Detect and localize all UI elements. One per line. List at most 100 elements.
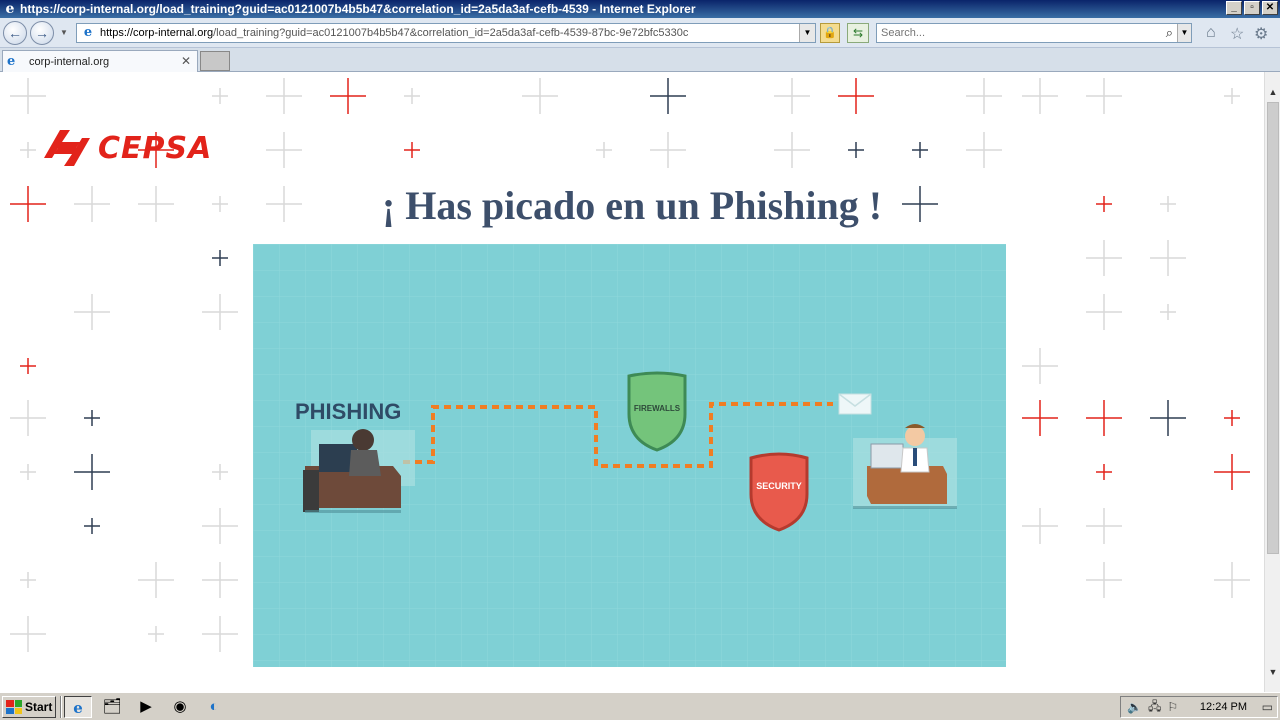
system-tray: 🔈 🖧 ⚐ 12:24 PM ▭ <box>1120 696 1278 718</box>
window-controls: _ ▫ ✕ <box>1226 1 1278 15</box>
start-button[interactable]: Start <box>2 696 56 718</box>
decorative-cross <box>1086 78 1122 114</box>
start-label: Start <box>25 700 53 714</box>
refresh-button[interactable]: ⇆ <box>847 23 869 43</box>
close-button[interactable]: ✕ <box>1262 1 1278 15</box>
back-button[interactable]: ← <box>3 21 27 45</box>
favorites-star-icon[interactable]: ☆ <box>1230 24 1244 44</box>
volume-icon[interactable]: 🔈 <box>1127 700 1142 714</box>
decorative-cross <box>74 454 110 490</box>
decorative-cross <box>1224 88 1240 104</box>
scroll-up-icon[interactable]: ▲ <box>1265 84 1280 100</box>
decorative-cross <box>1086 294 1122 330</box>
email-envelope-icon <box>838 393 872 415</box>
gear-icon[interactable]: ⚙ <box>1254 24 1268 44</box>
decorative-cross <box>202 562 238 598</box>
tab-close-icon[interactable]: ✕ <box>181 54 191 68</box>
vertical-scrollbar[interactable]: ▲ ▼ <box>1264 72 1280 692</box>
decorative-cross <box>1022 508 1058 544</box>
search-box[interactable]: ⌕ ▼ <box>876 23 1192 43</box>
action-center-flag-icon[interactable]: ⚐ <box>1167 700 1178 714</box>
decorative-cross <box>1022 78 1058 114</box>
firewalls-label: FIREWALLS <box>634 404 681 413</box>
hacker-desk-figure <box>303 429 415 513</box>
logo-text: CEPSA <box>98 130 213 166</box>
ie-logo-icon: e <box>5 1 15 17</box>
page-content: CEPSA ¡ Has picado en un Phishing ! PHIS… <box>0 72 1264 692</box>
decorative-cross <box>912 142 928 158</box>
decorative-cross <box>202 616 238 652</box>
search-icon[interactable]: ⌕ <box>1166 25 1173 41</box>
windows-flag-icon <box>6 700 22 714</box>
taskbar-chrome-icon[interactable]: ◉ <box>166 696 194 718</box>
decorative-cross <box>74 294 110 330</box>
show-desktop-icon[interactable]: ▭ <box>1262 700 1273 714</box>
decorative-cross <box>1214 454 1250 490</box>
maximize-button[interactable]: ▫ <box>1244 1 1260 15</box>
decorative-cross <box>838 78 874 114</box>
home-icon[interactable]: ⌂ <box>1206 24 1216 42</box>
page-icon: e <box>83 25 93 40</box>
taskbar-separator <box>60 696 62 718</box>
decorative-cross <box>20 464 36 480</box>
decorative-cross <box>148 626 164 642</box>
decorative-cross <box>650 78 686 114</box>
tab-label: corp-internal.org <box>29 55 110 68</box>
new-tab-button[interactable] <box>200 51 230 71</box>
decorative-cross <box>1086 240 1122 276</box>
decorative-cross <box>1022 400 1058 436</box>
cepsa-emblem-icon <box>44 130 90 166</box>
decorative-cross <box>138 562 174 598</box>
decorative-cross <box>212 464 228 480</box>
taskbar-edge-icon[interactable]: ◐ <box>200 696 228 718</box>
address-url[interactable]: https://corp-internal.org/load_training?… <box>100 27 688 39</box>
scroll-down-icon[interactable]: ▼ <box>1265 664 1280 680</box>
decorative-cross <box>404 88 420 104</box>
taskbar-ie-icon[interactable]: e <box>64 696 92 718</box>
decorative-cross <box>1214 562 1250 598</box>
network-icon[interactable]: 🖧 <box>1148 697 1161 718</box>
tab-bar: e corp-internal.org ✕ <box>0 48 1280 72</box>
minimize-button[interactable]: _ <box>1226 1 1242 15</box>
tab-corp-internal[interactable]: e corp-internal.org ✕ <box>2 50 198 72</box>
firewalls-shield: FIREWALLS <box>627 371 687 452</box>
lock-icon[interactable]: 🔒 <box>820 23 840 43</box>
decorative-cross <box>1086 562 1122 598</box>
decorative-cross <box>84 410 100 426</box>
taskbar-clock: 12:24 PM <box>1199 701 1247 713</box>
decorative-cross <box>1150 400 1186 436</box>
security-shield: SECURITY <box>749 452 809 532</box>
tab-page-icon: e <box>7 54 16 69</box>
scroll-thumb[interactable] <box>1267 102 1279 554</box>
decorative-cross <box>330 78 366 114</box>
decorative-cross <box>10 616 46 652</box>
anyrun-watermark: ANY RUN <box>1036 684 1264 692</box>
taskbar: Start e 🗂 ▶ ◉ ◐ 🔈 🖧 ⚐ 12:24 PM ▭ <box>0 692 1280 720</box>
decorative-cross <box>650 132 686 168</box>
decorative-cross <box>266 78 302 114</box>
decorative-cross <box>10 78 46 114</box>
address-bar[interactable]: e https://corp-internal.org/load_trainin… <box>76 23 816 43</box>
history-dropdown-icon[interactable]: ▼ <box>60 28 68 37</box>
decorative-cross <box>212 250 228 266</box>
decorative-cross <box>966 78 1002 114</box>
phishing-label: PHISHING <box>295 399 401 424</box>
decorative-cross <box>522 78 558 114</box>
decorative-cross <box>1096 464 1112 480</box>
taskbar-explorer-icon[interactable]: 🗂 <box>98 696 126 718</box>
search-input[interactable] <box>881 27 1151 39</box>
decorative-cross <box>84 518 100 534</box>
url-host: https://corp-internal.org <box>100 27 214 39</box>
decorative-cross <box>1160 304 1176 320</box>
security-label: SECURITY <box>756 481 802 491</box>
forward-button[interactable]: → <box>30 21 54 45</box>
decorative-cross <box>1022 348 1058 384</box>
search-dropdown-icon[interactable]: ▼ <box>1177 24 1191 42</box>
decorative-cross <box>966 132 1002 168</box>
address-dropdown-icon[interactable]: ▼ <box>799 24 815 42</box>
window-title: https://corp-internal.org/load_training?… <box>20 2 696 16</box>
decorative-cross <box>202 508 238 544</box>
decorative-cross <box>1150 240 1186 276</box>
taskbar-media-player-icon[interactable]: ▶ <box>132 696 160 718</box>
decorative-cross <box>1224 410 1240 426</box>
